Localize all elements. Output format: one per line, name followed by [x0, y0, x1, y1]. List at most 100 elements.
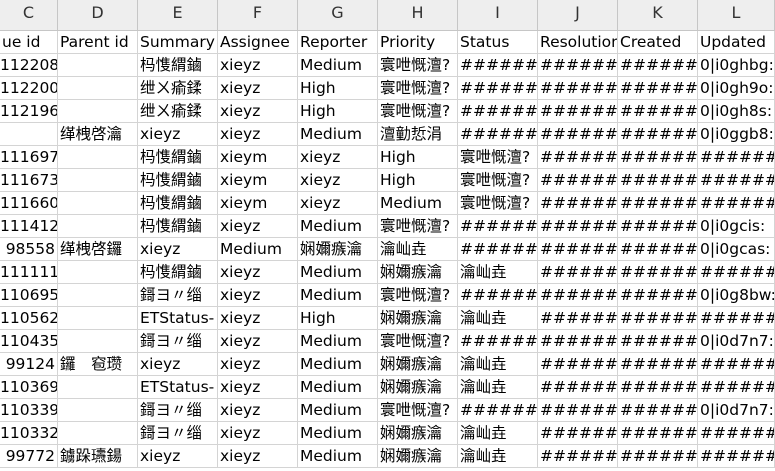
column-header-g[interactable]: G: [298, 0, 378, 31]
table-cell[interactable]: xieyz: [218, 422, 298, 445]
table-cell[interactable]: xieyz: [218, 77, 298, 100]
field-header-cell[interactable]: Parent id: [58, 31, 138, 54]
table-cell[interactable]: 0|i0gcas:: [698, 238, 775, 261]
table-cell[interactable]: ######: [538, 54, 618, 77]
table-cell[interactable]: 112200: [0, 77, 58, 100]
table-cell[interactable]: xieyz: [138, 353, 218, 376]
table-cell[interactable]: ######: [698, 192, 775, 215]
table-cell[interactable]: xieyz: [218, 261, 298, 284]
table-cell[interactable]: ######: [538, 330, 618, 353]
field-header-cell[interactable]: Resolution: [538, 31, 618, 54]
table-cell[interactable]: ######: [538, 376, 618, 399]
table-cell[interactable]: ######: [698, 146, 775, 169]
table-cell[interactable]: 娴嬭瘯瀹: [378, 376, 458, 399]
table-cell[interactable]: 娴嬭瘯瀹: [298, 238, 378, 261]
table-cell[interactable]: [58, 169, 138, 192]
table-cell[interactable]: 鎶ヨ〃缁: [138, 284, 218, 307]
table-cell[interactable]: 110369: [0, 376, 58, 399]
table-cell[interactable]: [58, 146, 138, 169]
table-cell[interactable]: xieyz: [218, 353, 298, 376]
table-cell[interactable]: ######: [698, 307, 775, 330]
table-cell[interactable]: 绁ㄨ瘉鍒: [138, 100, 218, 123]
table-cell[interactable]: Medium: [298, 284, 378, 307]
table-cell[interactable]: 鐪跺瓙鍚: [58, 445, 138, 468]
field-header-cell[interactable]: Summary: [138, 31, 218, 54]
table-cell[interactable]: 110695: [0, 284, 58, 307]
table-cell[interactable]: ######: [698, 422, 775, 445]
column-header-e[interactable]: E: [138, 0, 218, 31]
column-header-j[interactable]: J: [538, 0, 618, 31]
table-cell[interactable]: 寰呭慨澶?: [458, 192, 538, 215]
table-cell[interactable]: ######: [538, 353, 618, 376]
table-cell[interactable]: ######: [618, 215, 698, 238]
table-cell[interactable]: xieyz: [298, 169, 378, 192]
table-cell[interactable]: xieyz: [218, 330, 298, 353]
table-cell[interactable]: ######: [458, 238, 538, 261]
table-cell[interactable]: xieyz: [138, 445, 218, 468]
table-cell[interactable]: Medium: [298, 422, 378, 445]
table-cell[interactable]: 鎶ヨ〃缁: [138, 330, 218, 353]
table-cell[interactable]: 98558: [0, 238, 58, 261]
table-cell[interactable]: 瀹屾垚: [378, 238, 458, 261]
spreadsheet-grid[interactable]: C D E F G H I J K Lue id Parent id Summary Assignee R…: [0, 0, 775, 471]
column-header-c[interactable]: C: [0, 0, 58, 31]
table-cell[interactable]: 寰呭慨澶?: [378, 215, 458, 238]
table-cell[interactable]: 0|i0ghbg:: [698, 54, 775, 77]
table-cell[interactable]: 绁ㄨ瘉鍒: [138, 77, 218, 100]
table-cell[interactable]: xieyz: [138, 238, 218, 261]
table-cell[interactable]: [58, 376, 138, 399]
table-cell[interactable]: xieym: [218, 192, 298, 215]
field-header-cell[interactable]: Assignee: [218, 31, 298, 54]
table-cell[interactable]: 0|i0d7n7:a: [698, 330, 775, 353]
table-cell[interactable]: ######: [458, 330, 538, 353]
table-cell[interactable]: ######: [538, 123, 618, 146]
table-cell[interactable]: [58, 422, 138, 445]
table-cell[interactable]: ######: [458, 123, 538, 146]
table-cell[interactable]: 缂栧啓鑼: [58, 238, 138, 261]
table-cell[interactable]: ######: [618, 445, 698, 468]
table-cell[interactable]: 杩愯緭鏀: [138, 146, 218, 169]
table-cell[interactable]: Medium: [298, 353, 378, 376]
table-cell[interactable]: 娴嬭瘯瀹: [378, 307, 458, 330]
table-cell[interactable]: ######: [618, 284, 698, 307]
table-cell[interactable]: 寰呭慨澶?: [458, 146, 538, 169]
table-cell[interactable]: 112196: [0, 100, 58, 123]
table-cell[interactable]: 寰呭慨澶?: [378, 54, 458, 77]
table-cell[interactable]: 111697: [0, 146, 58, 169]
table-cell[interactable]: 杩愯緭鏀: [138, 215, 218, 238]
table-cell[interactable]: ######: [618, 100, 698, 123]
table-cell[interactable]: 娴嬭瘯瀹: [378, 422, 458, 445]
table-cell[interactable]: 寰呭慨澶?: [378, 77, 458, 100]
table-cell[interactable]: 瀹屾垚: [458, 307, 538, 330]
table-cell[interactable]: [58, 77, 138, 100]
table-cell[interactable]: 111111: [0, 261, 58, 284]
field-header-cell[interactable]: Updated: [698, 31, 775, 54]
table-cell[interactable]: 娴嬭瘯瀹: [378, 261, 458, 284]
column-header-d[interactable]: D: [58, 0, 138, 31]
table-cell[interactable]: ######: [618, 422, 698, 445]
table-cell[interactable]: ######: [458, 399, 538, 422]
table-cell[interactable]: ######: [698, 445, 775, 468]
table-cell[interactable]: 杩愯緭鏀: [138, 192, 218, 215]
table-cell[interactable]: High: [298, 77, 378, 100]
column-header-i[interactable]: I: [458, 0, 538, 31]
table-cell[interactable]: 99124: [0, 353, 58, 376]
table-cell[interactable]: ######: [618, 353, 698, 376]
table-cell[interactable]: 110562: [0, 307, 58, 330]
table-cell[interactable]: ######: [698, 376, 775, 399]
table-cell[interactable]: [58, 399, 138, 422]
table-cell[interactable]: 杩愯緭鏀: [138, 54, 218, 77]
table-cell[interactable]: 杩愯緭鏀: [138, 169, 218, 192]
table-cell[interactable]: [58, 307, 138, 330]
table-cell[interactable]: xieyz: [218, 445, 298, 468]
field-header-cell[interactable]: Reporter: [298, 31, 378, 54]
column-header-k[interactable]: K: [618, 0, 698, 31]
table-cell[interactable]: 杩愯緭鏀: [138, 261, 218, 284]
table-cell[interactable]: High: [378, 169, 458, 192]
table-cell[interactable]: 瀹屾垚: [458, 353, 538, 376]
table-cell[interactable]: 0|i0ggb8:: [698, 123, 775, 146]
field-header-cell[interactable]: Priority: [378, 31, 458, 54]
table-cell[interactable]: ######: [538, 169, 618, 192]
table-cell[interactable]: Medium: [298, 330, 378, 353]
table-cell[interactable]: 0|i0g8bw:: [698, 284, 775, 307]
